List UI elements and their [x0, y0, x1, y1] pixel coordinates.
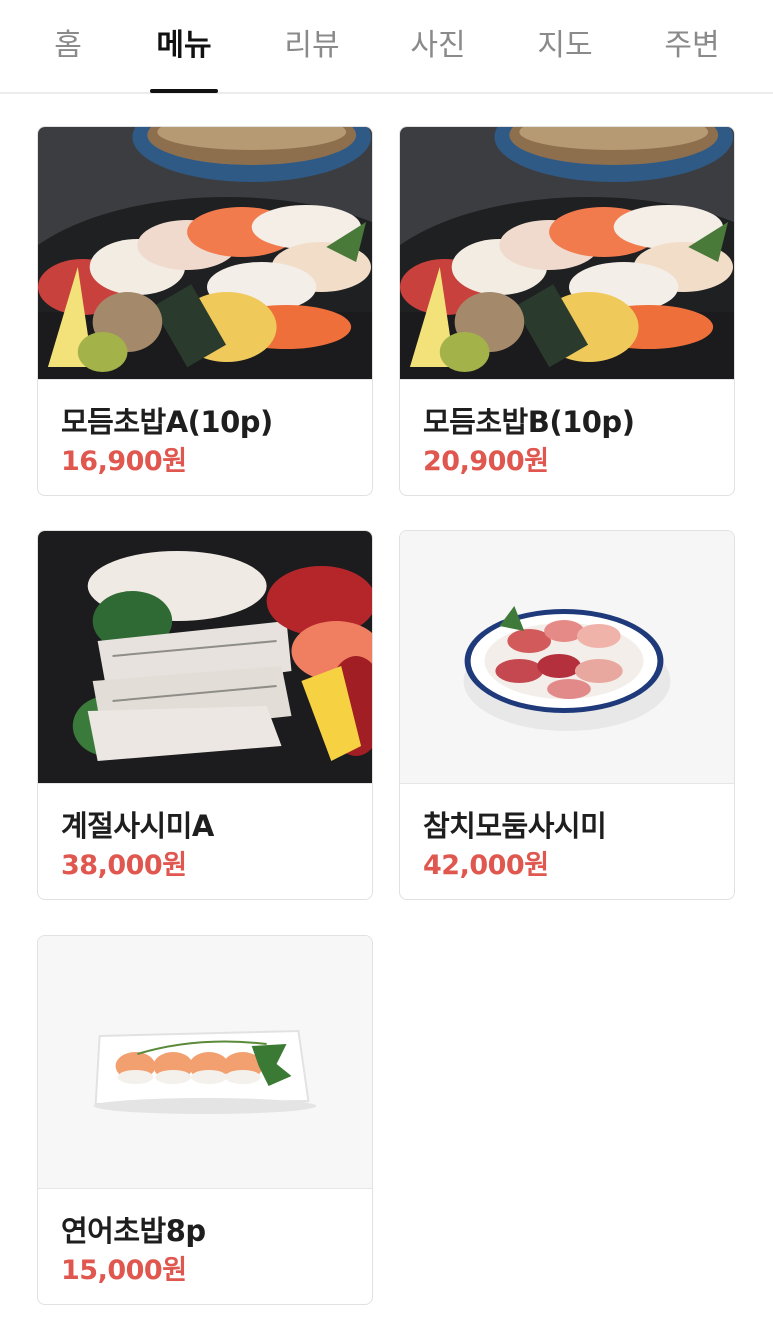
menu-item-name: 연어초밥8p: [61, 1214, 206, 1248]
menu-item-price: 42,000원: [423, 850, 549, 881]
active-tab-indicator: [150, 89, 218, 93]
menu-card[interactable]: 참치모둠사시미 42,000원: [399, 530, 735, 900]
menu-card[interactable]: 모듬초밥B(10p) 20,900원: [399, 126, 735, 496]
tuna-sashimi-plate-photo: [400, 531, 734, 784]
tab-home[interactable]: 홈: [38, 26, 98, 66]
tab-menu[interactable]: 메뉴: [144, 26, 224, 66]
tab-bar: 홈 메뉴 리뷰 사진 지도 주변: [0, 0, 773, 94]
assorted-sushi-photo: [400, 127, 734, 380]
seasonal-sashimi-photo: [38, 531, 372, 784]
menu-item-name: 계절사시미A: [61, 809, 214, 843]
tab-map[interactable]: 지도: [525, 26, 605, 66]
menu-item-price: 16,900원: [61, 446, 187, 477]
menu-item-name: 모듬초밥B(10p): [423, 405, 635, 439]
menu-item-price: 15,000원: [61, 1255, 187, 1286]
assorted-sushi-photo: [38, 127, 372, 380]
menu-item-name: 참치모둠사시미: [423, 809, 607, 843]
menu-card[interactable]: 연어초밥8p 15,000원: [37, 935, 373, 1305]
menu-card[interactable]: 계절사시미A 38,000원: [37, 530, 373, 900]
tab-nearby[interactable]: 주변: [652, 26, 732, 66]
menu-item-price: 20,900원: [423, 446, 549, 477]
menu-item-price: 38,000원: [61, 850, 187, 881]
tab-reviews[interactable]: 리뷰: [272, 26, 352, 66]
salmon-sushi-photo: [38, 936, 372, 1189]
tab-photos[interactable]: 사진: [398, 26, 478, 66]
menu-item-name: 모듬초밥A(10p): [61, 405, 273, 439]
menu-card[interactable]: 모듬초밥A(10p) 16,900원: [37, 126, 373, 496]
